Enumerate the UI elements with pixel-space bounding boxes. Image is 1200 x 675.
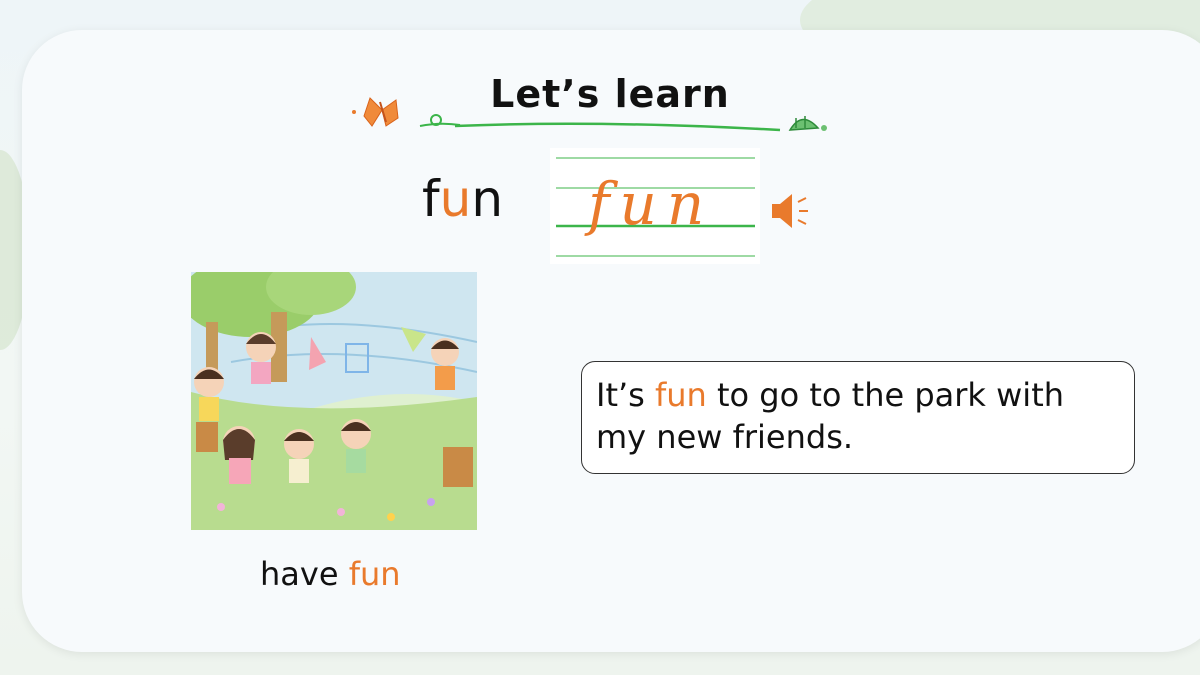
handwriting-lines: fun bbox=[556, 157, 755, 257]
example-sentence: It’s fun to go to the park with my new f… bbox=[596, 374, 1120, 458]
butterfly-icon bbox=[352, 97, 399, 127]
speaker-icon[interactable] bbox=[768, 190, 814, 232]
handwriting-word: fun bbox=[584, 170, 714, 238]
sentence-highlight: fun bbox=[655, 376, 707, 414]
page-title: Let’s learn bbox=[490, 72, 730, 116]
caption-prefix: have bbox=[260, 555, 349, 593]
park-illustration bbox=[191, 272, 477, 530]
turtle-icon bbox=[788, 116, 827, 131]
title-underline bbox=[454, 122, 781, 132]
sentence-box: It’s fun to go to the park with my new f… bbox=[581, 361, 1135, 474]
word-prefix: f bbox=[422, 170, 440, 228]
picture-caption: have fun bbox=[260, 555, 401, 593]
word-suffix: n bbox=[471, 170, 504, 228]
vocabulary-word: fun bbox=[422, 170, 503, 228]
caption-highlight: fun bbox=[348, 555, 401, 593]
handwriting-box: fun bbox=[550, 148, 760, 264]
sentence-before: It’s bbox=[596, 376, 655, 414]
snail-icon bbox=[419, 114, 461, 127]
word-highlight-letter: u bbox=[439, 170, 472, 228]
